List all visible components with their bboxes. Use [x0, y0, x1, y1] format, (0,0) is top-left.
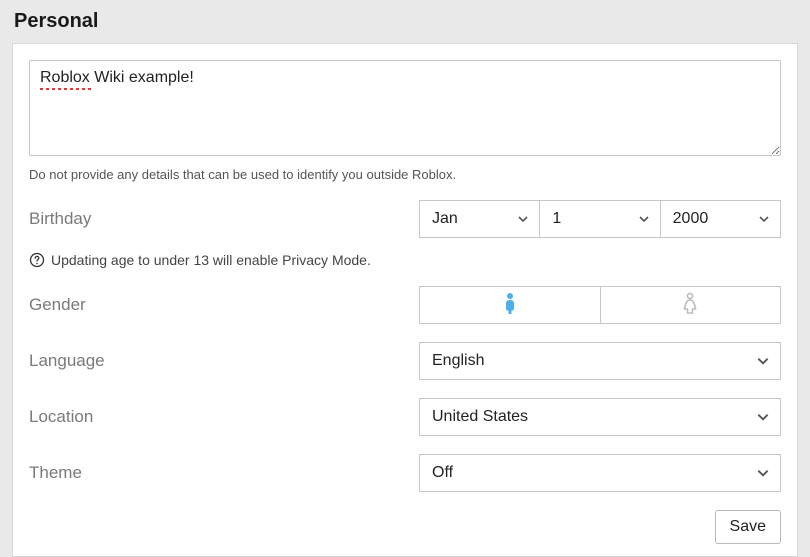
birthday-day-select[interactable]: 1: [539, 200, 660, 238]
section-title: Personal: [0, 0, 810, 43]
gender-label: Gender: [29, 295, 419, 315]
theme-label: Theme: [29, 463, 419, 483]
gender-female-button[interactable]: [600, 286, 782, 324]
male-icon: [502, 292, 518, 319]
birthday-month-select[interactable]: Jan: [419, 200, 540, 238]
birthday-year-select[interactable]: 2000: [660, 200, 781, 238]
chevron-down-icon: [758, 213, 770, 225]
chevron-down-icon: [756, 466, 770, 480]
save-button[interactable]: Save: [715, 510, 781, 544]
birthday-year-value: 2000: [673, 210, 709, 228]
chevron-down-icon: [638, 213, 650, 225]
location-value: United States: [432, 408, 528, 426]
chevron-down-icon: [756, 354, 770, 368]
bio-helper-text: Do not provide any details that can be u…: [29, 167, 781, 182]
birthday-label: Birthday: [29, 209, 419, 229]
language-label: Language: [29, 351, 419, 371]
chevron-down-icon: [756, 410, 770, 424]
bio-textarea[interactable]: [29, 60, 781, 156]
birthday-day-value: 1: [552, 210, 561, 228]
help-icon[interactable]: [29, 252, 45, 268]
birthday-month-value: Jan: [432, 210, 458, 228]
female-icon: [681, 292, 699, 319]
gender-male-button[interactable]: [419, 286, 601, 324]
chevron-down-icon: [517, 213, 529, 225]
privacy-note-text: Updating age to under 13 will enable Pri…: [51, 252, 371, 268]
language-select[interactable]: English: [419, 342, 781, 380]
location-select[interactable]: United States: [419, 398, 781, 436]
location-label: Location: [29, 407, 419, 427]
theme-select[interactable]: Off: [419, 454, 781, 492]
language-value: English: [432, 352, 484, 370]
theme-value: Off: [432, 464, 453, 482]
personal-card: Do not provide any details that can be u…: [12, 43, 798, 557]
